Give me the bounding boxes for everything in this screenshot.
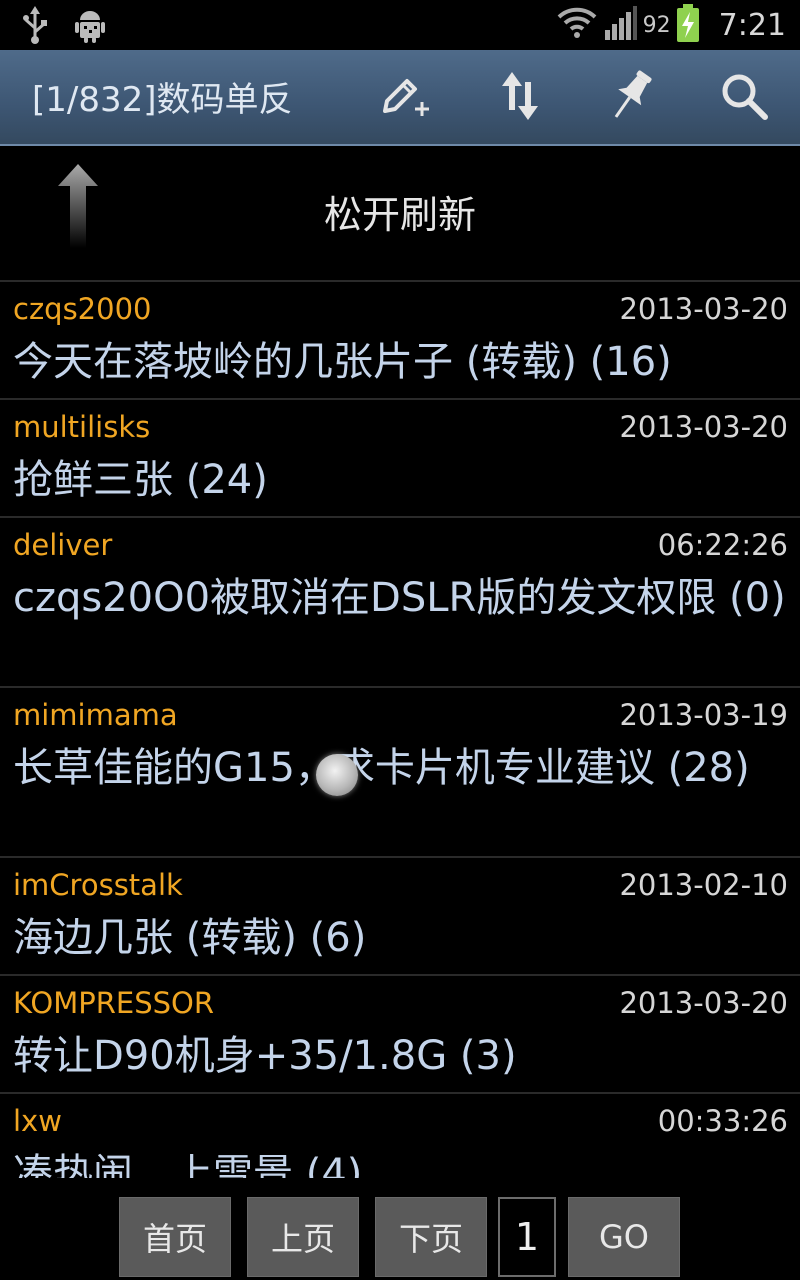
board-title[interactable]: [1/832]数码单反: [32, 72, 293, 121]
touch-indicator: [316, 754, 358, 796]
post-author[interactable]: KOMPRESSOR: [13, 986, 214, 1020]
post-date: 2013-02-10: [619, 868, 788, 902]
usb-icon: [20, 6, 50, 48]
post-author[interactable]: czqs2000: [13, 292, 152, 326]
post-title: 凑热闹，上雪景 (4): [13, 1151, 363, 1178]
page-number-input[interactable]: 1: [498, 1197, 556, 1277]
post-author[interactable]: lxw: [13, 1104, 62, 1138]
pushpin-icon: [606, 68, 658, 128]
wifi-icon: [557, 5, 597, 45]
list-item[interactable]: multilisks 2013-03-20 抢鲜三张 (24): [0, 398, 800, 516]
refresh-label: 松开刷新: [323, 193, 476, 237]
next-page-button[interactable]: 下页: [375, 1197, 487, 1277]
list-item[interactable]: lxw 00:33:26 凑热闹，上雪景 (4): [0, 1092, 800, 1178]
battery-percent: 92: [642, 12, 671, 38]
post-title: czqs20O0被取消在DSLR版的发文权限 (0): [13, 575, 786, 621]
prev-page-button[interactable]: 上页: [247, 1197, 359, 1277]
status-bar: 92 7:21: [0, 0, 800, 50]
post-date: 2013-03-19: [619, 698, 788, 732]
go-button[interactable]: GO: [568, 1197, 680, 1277]
post-author[interactable]: deliver: [13, 528, 112, 562]
first-page-button[interactable]: 首页: [119, 1197, 231, 1277]
post-list[interactable]: czqs2000 2013-03-20 今天在落坡岭的几张片子 (转载) (16…: [0, 280, 800, 1178]
post-date: 2013-03-20: [619, 292, 788, 326]
list-item[interactable]: mimimama 2013-03-19 长草佳能的G15，求卡片机专业建议 (2…: [0, 686, 800, 856]
list-item[interactable]: KOMPRESSOR 2013-03-20 转让D90机身+35/1.8G (3…: [0, 974, 800, 1092]
list-item[interactable]: czqs2000 2013-03-20 今天在落坡岭的几张片子 (转载) (16…: [0, 280, 800, 398]
post-author[interactable]: multilisks: [13, 410, 150, 444]
post-date: 2013-03-20: [619, 410, 788, 444]
pin-button[interactable]: [604, 70, 660, 126]
signal-icon: [603, 6, 637, 44]
post-title: 海边几张 (转载) (6): [13, 915, 367, 961]
post-title: 抢鲜三张 (24): [13, 457, 268, 503]
post-date: 06:22:26: [657, 528, 788, 562]
search-button[interactable]: [716, 70, 772, 126]
post-date: 2013-03-20: [619, 986, 788, 1020]
post-title: 今天在落坡岭的几张片子 (转载) (16): [13, 339, 672, 385]
new-post-button[interactable]: [378, 70, 434, 126]
battery-charging-icon: [676, 4, 699, 46]
pull-to-refresh-header: 松开刷新: [0, 146, 800, 280]
post-author[interactable]: imCrosstalk: [13, 868, 183, 902]
android-debug-icon: [74, 6, 106, 48]
action-bar: [1/832]数码单反: [0, 50, 800, 146]
search-icon: [719, 71, 769, 125]
post-title: 长草佳能的G15，求卡片机专业建议 (28): [13, 745, 750, 791]
pager-bar: 首页 上页 下页 1 GO: [0, 1178, 800, 1280]
post-author[interactable]: mimimama: [13, 698, 178, 732]
sort-arrows-icon: [500, 70, 540, 126]
pencil-plus-icon: [381, 71, 431, 125]
post-title: 转让D90机身+35/1.8G (3): [13, 1033, 517, 1079]
clock: 7:21: [718, 7, 786, 43]
post-date: 00:33:26: [657, 1104, 788, 1138]
sort-button[interactable]: [492, 70, 548, 126]
list-item[interactable]: imCrosstalk 2013-02-10 海边几张 (转载) (6): [0, 856, 800, 974]
list-item[interactable]: deliver 06:22:26 czqs20O0被取消在DSLR版的发文权限 …: [0, 516, 800, 686]
